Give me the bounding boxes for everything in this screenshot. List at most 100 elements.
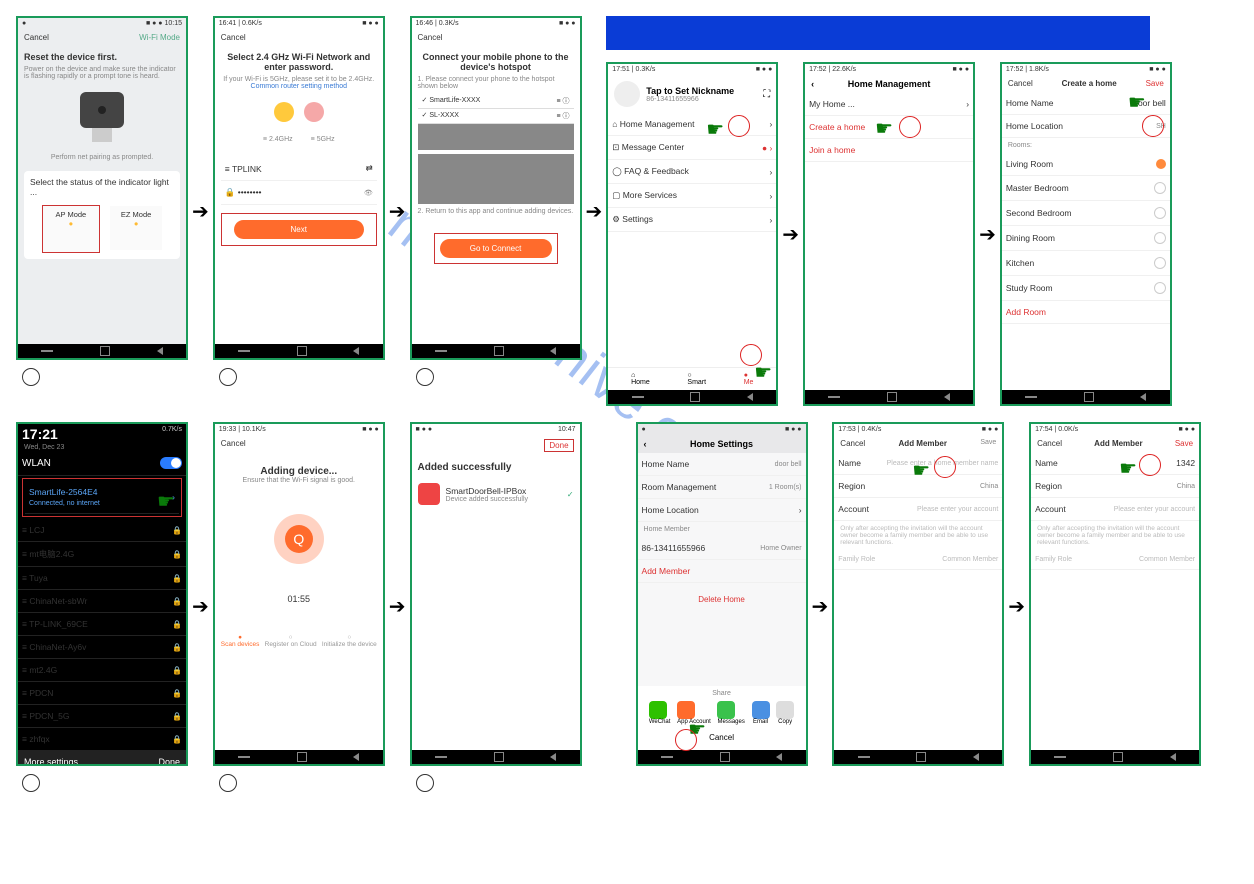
wifi-item[interactable]: ≡ PDCN_5G🔒: [18, 705, 186, 728]
navbar[interactable]: [1031, 750, 1199, 764]
menu-message-center[interactable]: ⊡ Message Center● ›: [608, 136, 776, 160]
ez-mode[interactable]: EZ Mode●: [110, 206, 162, 250]
go-connect-button[interactable]: Go to Connect: [440, 239, 552, 258]
navbar[interactable]: [805, 390, 973, 404]
navbar[interactable]: [638, 750, 806, 764]
navbar[interactable]: [412, 750, 580, 764]
room-item[interactable]: Dining Room: [1002, 226, 1170, 251]
wifi-item[interactable]: ≡ mt2.4G🔒: [18, 659, 186, 682]
ssid[interactable]: TPLINK: [232, 164, 262, 174]
screen-profile-menu: 17:51 | 0.3K/s■ ● ● Tap to Set Nickname8…: [606, 62, 778, 406]
share-email[interactable]: Email: [752, 701, 770, 725]
wifi-item[interactable]: ≡ LCJ🔒: [18, 519, 186, 542]
done-button[interactable]: Done: [544, 439, 573, 452]
cancel[interactable]: Cancel: [1008, 79, 1033, 88]
wifi-item[interactable]: ≡ mt电脑2.4G🔒: [18, 542, 186, 567]
camera-illustration: [80, 92, 124, 128]
search-icon: Q: [285, 525, 313, 553]
scan-icon[interactable]: ⛶: [763, 89, 770, 100]
wifi-item[interactable]: ≡ ChinaNet-Ay6v🔒: [18, 636, 186, 659]
cancel[interactable]: Cancel: [1037, 439, 1062, 448]
nickname[interactable]: Tap to Set Nickname: [646, 86, 734, 96]
room-item[interactable]: Study Room: [1002, 276, 1170, 301]
account-input[interactable]: Please enter your account: [917, 506, 998, 513]
cancel[interactable]: Cancel: [840, 439, 865, 448]
tab-smart[interactable]: ○Smart: [687, 372, 706, 386]
timer: 01:55: [221, 594, 377, 604]
back-icon[interactable]: ‹: [811, 79, 814, 89]
wifi-item[interactable]: ≡ ChinaNet-sbWr🔒: [18, 590, 186, 613]
step-number: [416, 774, 434, 792]
screen-wifi-select: 16:41 | 0.6K/s■ ● ● Cancel Select 2.4 GH…: [213, 16, 385, 360]
link[interactable]: Common router setting method: [251, 83, 348, 90]
region[interactable]: China: [1177, 483, 1195, 490]
more-settings[interactable]: More settings: [24, 757, 78, 766]
step-number: [416, 368, 434, 386]
back-icon[interactable]: ‹: [644, 439, 647, 449]
menu-more-services[interactable]: ▢ More Services›: [608, 184, 776, 208]
navbar[interactable]: [412, 344, 580, 358]
cancel[interactable]: Cancel: [221, 439, 246, 448]
wifi-item[interactable]: ≡ zhfqx🔒: [18, 728, 186, 751]
menu-settings[interactable]: ⚙ Settings›: [608, 208, 776, 232]
ap-mode[interactable]: AP Mode●: [42, 205, 100, 253]
next-button[interactable]: Next: [234, 220, 364, 239]
done-button[interactable]: Done: [158, 757, 180, 766]
share-wechat[interactable]: WeChat: [649, 701, 671, 725]
select-status: Select the status of the indicator light…: [30, 177, 174, 197]
account-input[interactable]: Please enter your account: [1114, 506, 1195, 513]
wifi-item[interactable]: ≡ PDCN🔒: [18, 682, 186, 705]
tip: Perform net pairing as prompted.: [24, 154, 180, 161]
navbar[interactable]: [215, 344, 383, 358]
navbar[interactable]: [608, 390, 776, 404]
tab-home[interactable]: ⌂Home: [631, 372, 650, 386]
screen-add-member-1: 17:53 | 0.4K/s■ ● ● CancelAdd MemberSave…: [832, 422, 1004, 766]
cancel[interactable]: Cancel: [221, 33, 246, 42]
delete-home[interactable]: Delete Home: [638, 583, 806, 616]
smile-icon: [274, 102, 294, 122]
room-item[interactable]: Master Bedroom: [1002, 176, 1170, 201]
share-copy[interactable]: Copy: [776, 701, 794, 725]
menu-home-management[interactable]: ⌂ Home Management›: [608, 113, 776, 136]
save-button[interactable]: Save: [980, 439, 996, 448]
wifi-item[interactable]: ≡ TP-LINK_69CE🔒: [18, 613, 186, 636]
navbar[interactable]: [215, 750, 383, 764]
join-home[interactable]: Join a home: [805, 139, 973, 162]
share-app-account[interactable]: App Account: [677, 701, 711, 725]
blue-header-bar: [606, 16, 1150, 50]
step1: 1. Please connect your phone to the hots…: [418, 76, 574, 90]
ghz24: ≡ 2.4GHz: [263, 136, 293, 143]
save-button[interactable]: Save: [1175, 439, 1193, 448]
wlan-toggle[interactable]: [160, 457, 182, 469]
password[interactable]: ••••••••: [238, 187, 262, 197]
add-room[interactable]: Add Room: [1002, 301, 1170, 324]
menu-faq[interactable]: ◯ FAQ & Feedback›: [608, 160, 776, 184]
cancel-share[interactable]: Cancel: [642, 729, 802, 746]
navbar[interactable]: [834, 750, 1002, 764]
wifi-mode[interactable]: Wi-Fi Mode: [139, 33, 180, 42]
smartlife-network[interactable]: SmartLife-2564E4Connected, no internet›: [25, 481, 179, 514]
desc: Power on the device and make sure the in…: [24, 66, 180, 80]
name-input[interactable]: 1342: [1176, 458, 1195, 468]
heading: Reset the device first.: [24, 52, 180, 62]
wifi-item[interactable]: ≡ Tuya🔒: [18, 567, 186, 590]
cancel[interactable]: Cancel: [418, 33, 443, 42]
tab-me[interactable]: ●Me: [744, 372, 754, 386]
room-item[interactable]: Second Bedroom: [1002, 201, 1170, 226]
cancel[interactable]: Cancel: [24, 33, 49, 42]
room-item[interactable]: Living Room: [1002, 153, 1170, 176]
navbar[interactable]: [18, 344, 186, 358]
arrow-icon: ➔: [979, 222, 996, 247]
step-number: [22, 368, 40, 386]
create-home[interactable]: Create a home: [805, 116, 973, 139]
room-item[interactable]: Kitchen: [1002, 251, 1170, 276]
note: Only after accepting the invitation will…: [1031, 521, 1199, 550]
add-member[interactable]: Add Member: [638, 560, 806, 583]
device-name[interactable]: SmartDoorBell-IPBox: [446, 486, 529, 496]
save-button[interactable]: Save: [1146, 79, 1164, 88]
navbar[interactable]: [1002, 390, 1170, 404]
region[interactable]: China: [980, 483, 998, 490]
share-messages[interactable]: Messages: [717, 701, 744, 725]
avatar[interactable]: [614, 81, 640, 107]
my-home[interactable]: My Home ...›: [805, 93, 973, 116]
